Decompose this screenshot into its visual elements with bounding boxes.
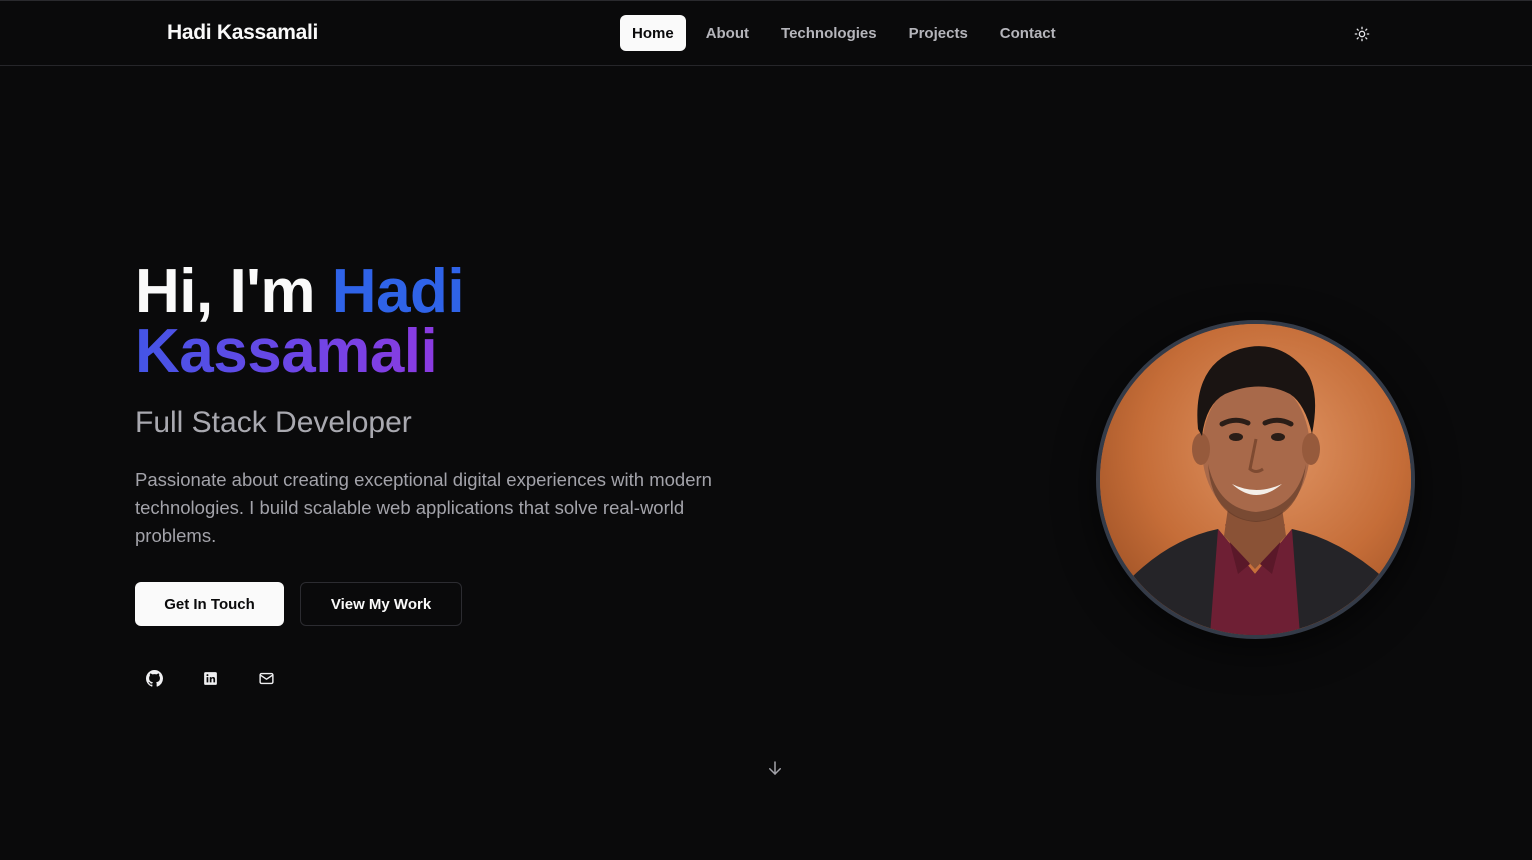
mail-icon (258, 672, 274, 684)
linkedin-link[interactable] (194, 662, 226, 694)
hero-greeting: Hi, I'm (135, 257, 316, 326)
social-links (138, 662, 282, 694)
hero-description: Passionate about creating exceptional di… (135, 469, 712, 546)
view-my-work-button[interactable]: View My Work (300, 582, 462, 626)
hero-last-name: Kassamali (135, 321, 464, 383)
hero-title-line-1: Hi, I'm Hadi (135, 261, 465, 323)
site-brand[interactable]: Hadi Kassamali (167, 21, 318, 45)
linkedin-icon (203, 671, 217, 685)
github-icon (145, 669, 163, 687)
scroll-down-button[interactable] (765, 758, 785, 778)
hero-subtitle: Full Stack Developer (135, 406, 412, 439)
hero-first-name: Hadi (331, 257, 465, 326)
email-link[interactable] (250, 662, 282, 694)
hero-title: Hi, I'm Hadi Kassamali (135, 261, 465, 383)
nav-link-contact[interactable]: Contact (988, 15, 1068, 51)
nav-link-home[interactable]: Home (620, 15, 686, 51)
page: Hadi Kassamali Home About Technologies P… (0, 0, 1532, 860)
nav-links: Home About Technologies Projects Contact (620, 15, 1068, 51)
arrow-down-icon (769, 761, 781, 775)
profile-photo (1100, 324, 1411, 635)
nav-link-projects[interactable]: Projects (897, 15, 980, 51)
sun-icon (1354, 26, 1370, 42)
nav-link-about[interactable]: About (694, 15, 761, 51)
navbar: Hadi Kassamali Home About Technologies P… (0, 0, 1532, 66)
nav-link-technologies[interactable]: Technologies (769, 15, 889, 51)
github-link[interactable] (138, 662, 170, 694)
theme-toggle-button[interactable] (1346, 18, 1378, 50)
profile-avatar (1096, 320, 1415, 639)
get-in-touch-button[interactable]: Get In Touch (135, 582, 284, 626)
